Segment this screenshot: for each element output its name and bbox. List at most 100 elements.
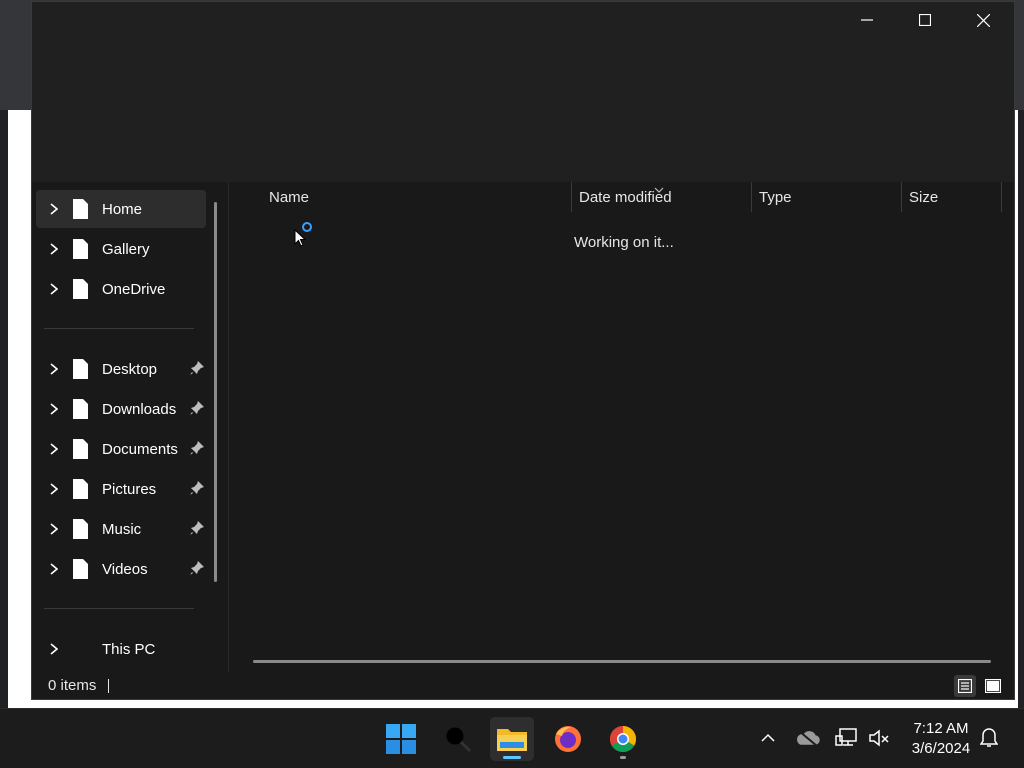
volume-tray[interactable] [866,725,892,751]
nav-item-label: This PC [102,640,156,658]
mouse-cursor-icon [294,229,306,247]
chevron-right-icon[interactable] [36,443,72,455]
pin-icon[interactable] [190,441,204,455]
nav-scrollbar[interactable] [214,202,217,582]
volume-muted-icon [869,729,889,747]
status-separator [108,679,109,693]
file-icon [72,519,88,539]
nav-item-label: Pictures [102,480,157,498]
close-button[interactable] [954,2,1012,38]
chevron-right-icon[interactable] [36,563,72,575]
file-explorer-window: Home Gallery OneDrive Desktop Downloads [31,1,1015,700]
nav-divider [44,608,194,609]
cloud-offline-icon [797,730,820,747]
column-separator[interactable] [1001,182,1002,212]
file-list: Name Date modified Type Size Working on … [229,182,1014,672]
windows-start-icon [386,724,416,754]
firefox-icon [555,726,581,752]
minimize-button[interactable] [838,2,896,38]
details-view-button[interactable] [954,675,976,697]
system-clock[interactable]: 7:12 AM 3/6/2024 [900,719,982,759]
file-icon [72,199,88,219]
search-icon [446,727,472,753]
file-icon [72,279,88,299]
network-icon [835,728,857,746]
chevron-right-icon[interactable] [36,243,72,255]
pin-icon[interactable] [190,561,204,575]
file-icon [72,359,88,379]
minimize-icon [861,19,873,21]
nav-item-label: Home [102,200,143,218]
nav-item-desktop[interactable]: Desktop [36,350,206,388]
sort-down-icon [654,180,664,198]
taskbar-file-explorer[interactable] [490,717,534,761]
details-view-icon [958,679,972,693]
nav-item-this-pc[interactable]: This PC [36,630,206,668]
navigation-pane: Home Gallery OneDrive Desktop Downloads [32,182,228,672]
item-count: 0 items [48,677,97,694]
file-icon [72,479,88,499]
nav-item-gallery[interactable]: Gallery [36,230,206,268]
nav-item-videos[interactable]: Videos [36,550,206,588]
taskbar-chrome[interactable] [601,717,645,761]
column-header-name[interactable]: Name [269,182,309,212]
nav-divider [44,328,194,329]
file-icon [72,439,88,459]
tiles-view-icon [985,679,1001,693]
search-button[interactable] [436,717,480,761]
notifications-button[interactable] [976,725,1002,751]
column-separator[interactable] [751,182,752,212]
title-bar [32,2,1014,182]
file-icon [72,399,88,419]
maximize-button[interactable] [896,2,954,38]
file-explorer-icon [497,729,527,751]
nav-item-documents[interactable]: Documents [36,430,206,468]
nav-item-label: Gallery [102,240,150,258]
start-button[interactable] [379,717,423,761]
bell-icon [980,728,998,747]
chevron-right-icon[interactable] [36,643,72,655]
chevron-right-icon[interactable] [36,283,72,295]
close-icon [976,13,990,27]
pin-icon[interactable] [190,401,204,415]
onedrive-tray[interactable] [795,725,821,751]
pin-icon[interactable] [190,481,204,495]
nav-item-label: Downloads [102,400,177,418]
nav-item-downloads[interactable]: Downloads [36,390,206,428]
nav-item-pictures[interactable]: Pictures [36,470,206,508]
horizontal-scrollbar[interactable] [253,660,991,663]
chevron-up-icon [761,733,775,742]
running-indicator [620,756,626,759]
chevron-right-icon[interactable] [36,523,72,535]
loading-message: Working on it... [574,234,674,251]
nav-item-home[interactable]: Home [36,190,206,228]
chevron-right-icon[interactable] [36,483,72,495]
column-separator[interactable] [571,182,572,212]
nav-item-label: OneDrive [102,280,166,298]
pin-icon[interactable] [190,361,204,375]
show-hidden-icons-button[interactable] [755,725,781,751]
column-header-type[interactable]: Type [759,182,792,212]
nav-item-label: Desktop [102,360,158,378]
chevron-right-icon[interactable] [36,403,72,415]
clock-date: 3/6/2024 [911,740,971,757]
nav-item-label: Music [102,520,142,538]
chevron-right-icon[interactable] [36,203,72,215]
chevron-right-icon[interactable] [36,363,72,375]
taskbar: 7:12 AM 3/6/2024 [0,708,1024,768]
tiles-view-button[interactable] [982,675,1004,697]
file-icon [72,559,88,579]
column-header-size[interactable]: Size [909,182,938,212]
network-tray[interactable] [834,725,860,751]
taskbar-firefox[interactable] [546,717,590,761]
nav-item-label: Documents [102,440,178,458]
maximize-icon [919,14,931,26]
clock-time: 7:12 AM [913,720,969,737]
pin-icon[interactable] [190,521,204,535]
nav-item-music[interactable]: Music [36,510,206,548]
nav-item-label: Videos [102,560,148,578]
file-icon [72,239,88,259]
nav-item-onedrive[interactable]: OneDrive [36,270,206,308]
column-separator[interactable] [901,182,902,212]
busy-spinner-icon [302,222,312,232]
